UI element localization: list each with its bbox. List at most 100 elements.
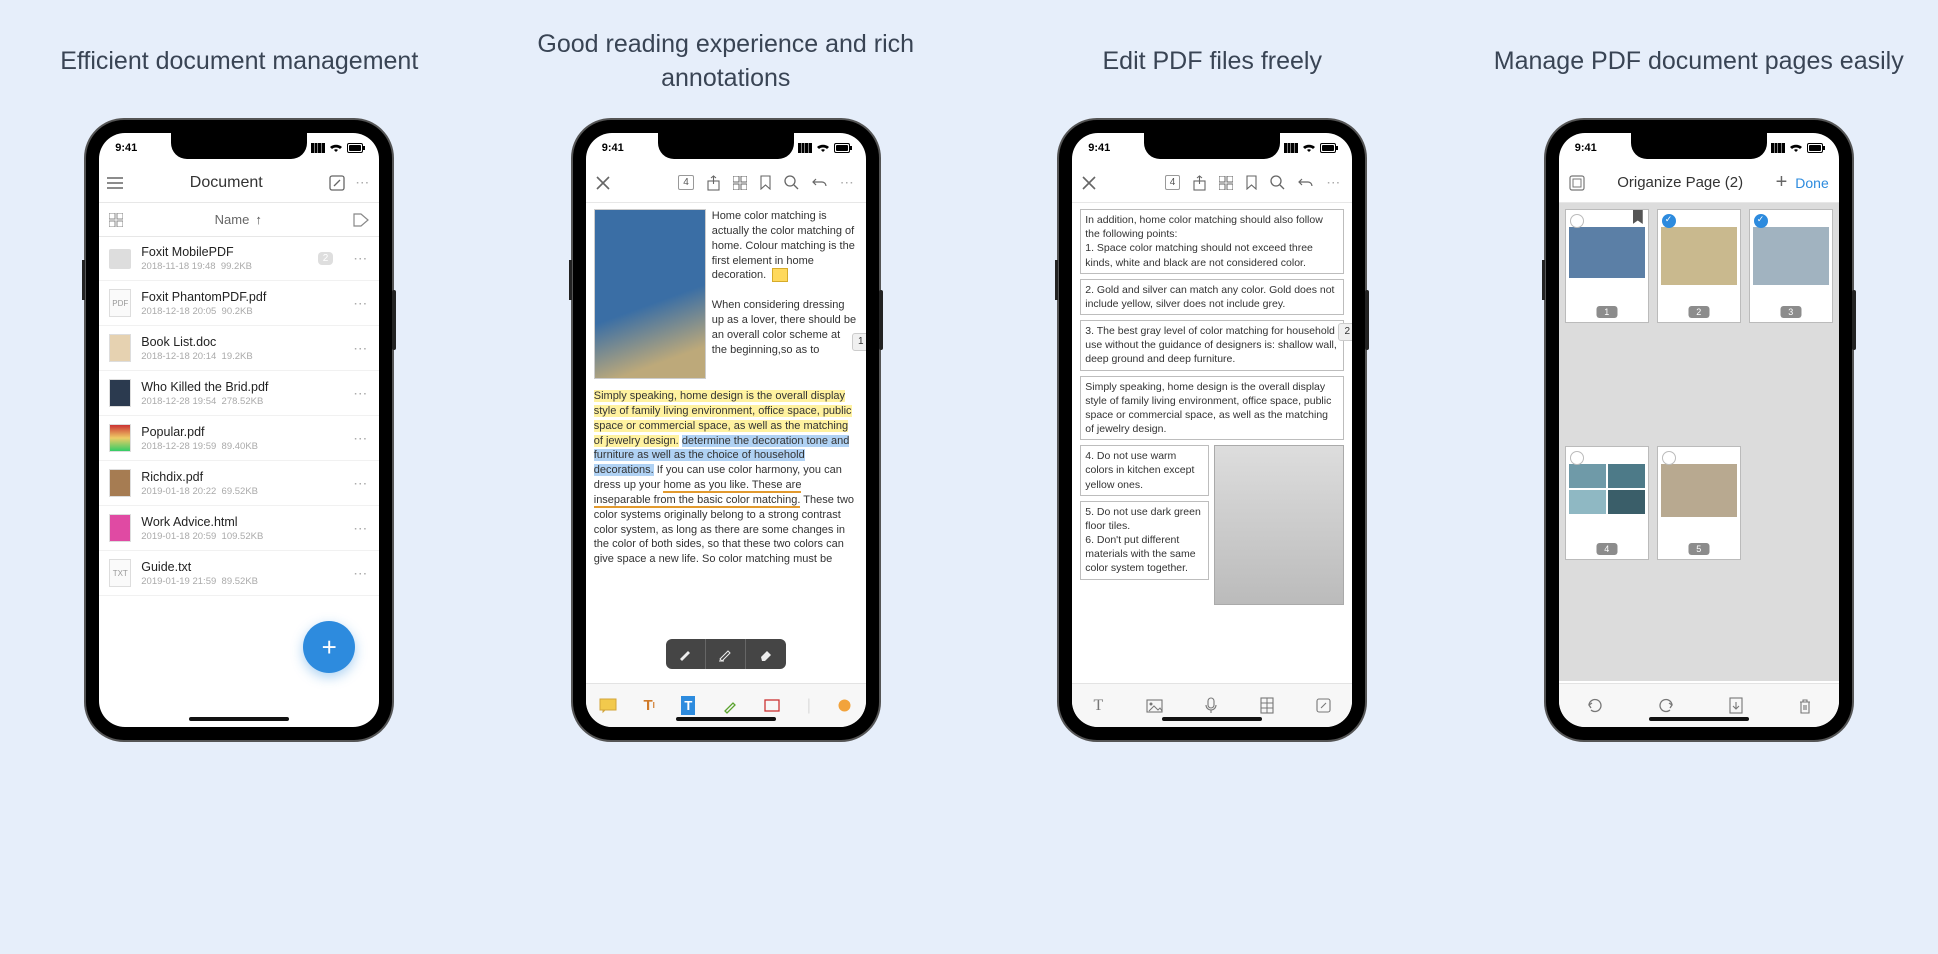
add-audio-icon[interactable] xyxy=(1205,697,1217,714)
close-icon[interactable] xyxy=(596,176,610,190)
rotate-right-icon[interactable] xyxy=(1658,697,1675,714)
page-thumbnail[interactable]: 2 xyxy=(1657,209,1741,323)
row-more-icon[interactable]: ⋯ xyxy=(353,295,369,312)
page-checkbox[interactable] xyxy=(1662,214,1676,228)
wifi-icon xyxy=(1789,143,1803,154)
rotate-left-icon[interactable] xyxy=(1586,697,1603,714)
page-checkbox[interactable] xyxy=(1570,451,1584,465)
add-page-icon[interactable]: + xyxy=(1776,171,1788,194)
compose-icon[interactable] xyxy=(329,175,345,191)
thumbnails-icon[interactable] xyxy=(1219,176,1233,190)
file-row[interactable]: Work Advice.html2019-01-18 20:59 109.52K… xyxy=(99,506,379,551)
panel-edit-pdf: Edit PDF files freely 9:41 4 ⋯ In additi… xyxy=(983,0,1442,740)
document-content[interactable]: Home color matching is actually the colo… xyxy=(586,203,866,681)
undo-icon[interactable] xyxy=(1298,176,1313,190)
file-row[interactable]: Book List.doc2018-12-18 20:14 19.2KB⋯ xyxy=(99,326,379,371)
eraser-tool[interactable] xyxy=(746,639,786,669)
highlight-tool[interactable] xyxy=(706,639,746,669)
file-row[interactable]: Richdix.pdf2019-01-18 20:22 69.52KB⋯ xyxy=(99,461,379,506)
add-fab-button[interactable]: + xyxy=(303,621,355,673)
file-row[interactable]: Foxit MobilePDF2018-11-18 19:48 99.2KB2⋯ xyxy=(99,237,379,281)
select-all-icon[interactable] xyxy=(1569,175,1585,191)
organize-navbar: Origanize Page (2) + Done xyxy=(1559,163,1839,203)
add-text-icon[interactable]: T xyxy=(1093,697,1103,715)
sort-label[interactable]: Name xyxy=(215,212,250,227)
sticky-note-icon[interactable] xyxy=(772,268,788,282)
more-icon[interactable]: ⋯ xyxy=(1326,174,1342,191)
battery-icon xyxy=(347,143,363,153)
content-image xyxy=(594,209,706,379)
add-image-icon[interactable] xyxy=(1146,699,1163,713)
thumbnails-icon[interactable] xyxy=(733,176,747,190)
page-thumbnail[interactable]: 3 xyxy=(1749,209,1833,323)
comment-tool-icon[interactable] xyxy=(599,698,617,714)
current-page-box[interactable]: 4 xyxy=(1165,175,1181,190)
page-checkbox[interactable] xyxy=(1662,451,1676,465)
grid-view-icon[interactable] xyxy=(109,213,123,227)
file-row[interactable]: Popular.pdf2018-12-28 19:59 89.40KB⋯ xyxy=(99,416,379,461)
editable-text-block[interactable]: Simply speaking, home design is the over… xyxy=(1080,376,1344,441)
navbar: Document ⋯ xyxy=(99,163,379,203)
extract-page-icon[interactable] xyxy=(1729,697,1743,714)
done-button[interactable]: Done xyxy=(1795,175,1828,191)
row-more-icon[interactable]: ⋯ xyxy=(353,340,369,357)
row-more-icon[interactable]: ⋯ xyxy=(353,565,369,582)
tag-icon[interactable] xyxy=(353,213,369,227)
editable-text-block[interactable]: In addition, home color matching should … xyxy=(1080,209,1344,274)
close-icon[interactable] xyxy=(1082,176,1096,190)
page-side-indicator[interactable]: 2 xyxy=(1338,323,1352,341)
more-icon[interactable]: ⋯ xyxy=(840,174,856,191)
hamburger-icon[interactable] xyxy=(107,177,123,189)
more-icon[interactable]: ⋯ xyxy=(355,174,371,191)
row-more-icon[interactable]: ⋯ xyxy=(353,430,369,447)
editable-text-block[interactable]: 3. The best gray level of color matching… xyxy=(1080,320,1344,371)
share-icon[interactable] xyxy=(707,175,720,191)
share-icon[interactable] xyxy=(1193,175,1206,191)
sort-arrow-icon[interactable]: ↑ xyxy=(255,212,262,227)
delete-icon[interactable] xyxy=(1798,698,1812,714)
row-more-icon[interactable]: ⋯ xyxy=(353,475,369,492)
panel-caption: Manage PDF document pages easily xyxy=(1488,0,1910,120)
count-badge: 2 xyxy=(318,252,334,265)
page-thumbnail[interactable]: 4 xyxy=(1565,446,1649,560)
text-markup-icon[interactable]: TI xyxy=(643,697,654,714)
shape-rect-icon[interactable] xyxy=(764,699,780,712)
pdf-icon xyxy=(109,469,131,497)
panel-caption: Edit PDF files freely xyxy=(1096,0,1328,120)
row-more-icon[interactable]: ⋯ xyxy=(353,250,369,267)
undo-icon[interactable] xyxy=(812,176,827,190)
page-checkbox[interactable] xyxy=(1754,214,1768,228)
editable-text-block[interactable]: 5. Do not use dark green floor tiles. 6.… xyxy=(1080,501,1209,580)
form-icon[interactable] xyxy=(1260,697,1274,714)
page-checkbox[interactable] xyxy=(1570,214,1584,228)
editable-text-block[interactable]: 2. Gold and silver can match any color. … xyxy=(1080,279,1344,315)
file-row[interactable]: Who Killed the Brid.pdf2018-12-28 19:54 … xyxy=(99,371,379,416)
page-side-indicator[interactable]: 1 xyxy=(852,333,866,351)
page-thumbnail[interactable]: 1 xyxy=(1565,209,1649,323)
bookmark-icon[interactable] xyxy=(1246,175,1257,190)
row-more-icon[interactable]: ⋯ xyxy=(353,520,369,537)
document-content[interactable]: In addition, home color matching should … xyxy=(1072,203,1352,681)
current-page-box[interactable]: 4 xyxy=(678,175,694,190)
editable-text-block[interactable]: 4. Do not use warm colors in kitchen exc… xyxy=(1080,445,1209,496)
editable-image-block[interactable] xyxy=(1214,445,1344,605)
file-row[interactable]: PDFFoxit PhantomPDF.pdf2018-12-18 20:05 … xyxy=(99,281,379,326)
draw-toolbar xyxy=(666,639,786,669)
phone-frame: 9:41 Document ⋯ Name ↑ xyxy=(86,120,392,740)
stamp-circle-icon[interactable] xyxy=(837,698,852,713)
search-icon[interactable] xyxy=(784,175,799,190)
pencil-tool[interactable] xyxy=(666,639,706,669)
file-row[interactable]: TXTGuide.txt2019-01-19 21:59 89.52KB⋯ xyxy=(99,551,379,596)
pencil-icon[interactable] xyxy=(722,698,738,714)
bookmark-icon[interactable] xyxy=(760,175,771,190)
bookmark-flag-icon xyxy=(1633,210,1643,224)
page-thumbnail[interactable]: 5 xyxy=(1657,446,1741,560)
phone-frame: 9:41 4 ⋯ In addition, home color matchin… xyxy=(1059,120,1365,740)
page-grid: 1 2 3 4 5 xyxy=(1559,203,1839,681)
search-icon[interactable] xyxy=(1270,175,1285,190)
home-indicator xyxy=(1162,717,1262,721)
sign-icon[interactable] xyxy=(1316,698,1331,713)
page-number: 2 xyxy=(1688,306,1709,318)
row-more-icon[interactable]: ⋯ xyxy=(353,385,369,402)
text-highlight-icon[interactable]: T xyxy=(681,696,695,715)
